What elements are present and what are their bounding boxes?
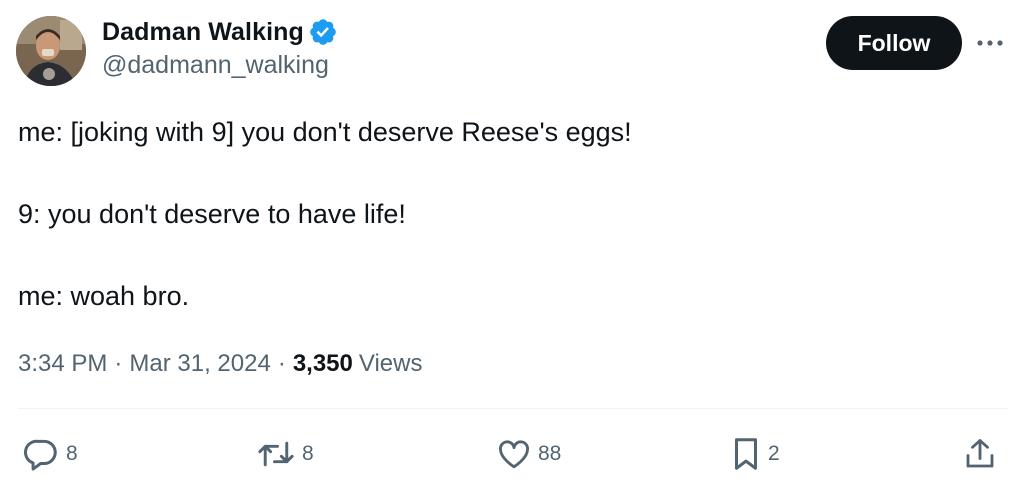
author-block: Dadman Walking @dadmann_walking: [102, 16, 338, 80]
like-button[interactable]: 88: [496, 432, 561, 476]
author-handle[interactable]: @dadmann_walking: [102, 51, 338, 80]
action-bar: 8 8 88 2: [0, 432, 1032, 476]
meta-separator: ·: [114, 350, 123, 377]
bookmark-icon: [734, 438, 758, 470]
avatar-image: [16, 16, 86, 86]
more-horizontal-icon: [977, 40, 1003, 46]
follow-button[interactable]: Follow: [826, 16, 962, 70]
tweet-line: 9: you don't deserve to have life!: [18, 199, 406, 229]
retweet-button[interactable]: 8: [256, 432, 314, 476]
more-options-button[interactable]: [972, 26, 1008, 60]
retweet-icon: [258, 441, 294, 467]
tweet-text: me: [joking with 9] you don't deserve Re…: [18, 112, 1008, 317]
tweet-date[interactable]: Mar 31, 2024: [129, 350, 270, 378]
views-label[interactable]: Views: [359, 350, 423, 378]
share-icon: [966, 439, 994, 468]
reply-button[interactable]: 8: [22, 432, 78, 476]
like-count: 88: [538, 442, 562, 465]
views-count[interactable]: 3,350: [293, 350, 353, 378]
share-button[interactable]: [962, 432, 998, 476]
author-name-row: Dadman Walking: [102, 16, 338, 48]
reply-icon: [23, 439, 57, 471]
tweet-meta: 3:34 PM · Mar 31, 2024 · 3,350 Views: [18, 350, 422, 378]
heart-icon: [499, 440, 529, 469]
bookmark-button[interactable]: 2: [730, 432, 780, 476]
divider: [18, 408, 1008, 409]
tweet-line: me: woah bro.: [18, 281, 190, 311]
meta-separator: ·: [277, 350, 286, 377]
verified-badge-icon[interactable]: [308, 17, 338, 47]
tweet-line: me: [joking with 9] you don't deserve Re…: [18, 117, 632, 147]
tweet-time[interactable]: 3:34 PM: [18, 350, 107, 378]
avatar[interactable]: [16, 16, 86, 86]
author-name[interactable]: Dadman Walking: [102, 18, 304, 47]
retweet-count: 8: [302, 442, 314, 465]
bookmark-count: 2: [768, 442, 780, 465]
reply-count: 8: [66, 442, 78, 465]
